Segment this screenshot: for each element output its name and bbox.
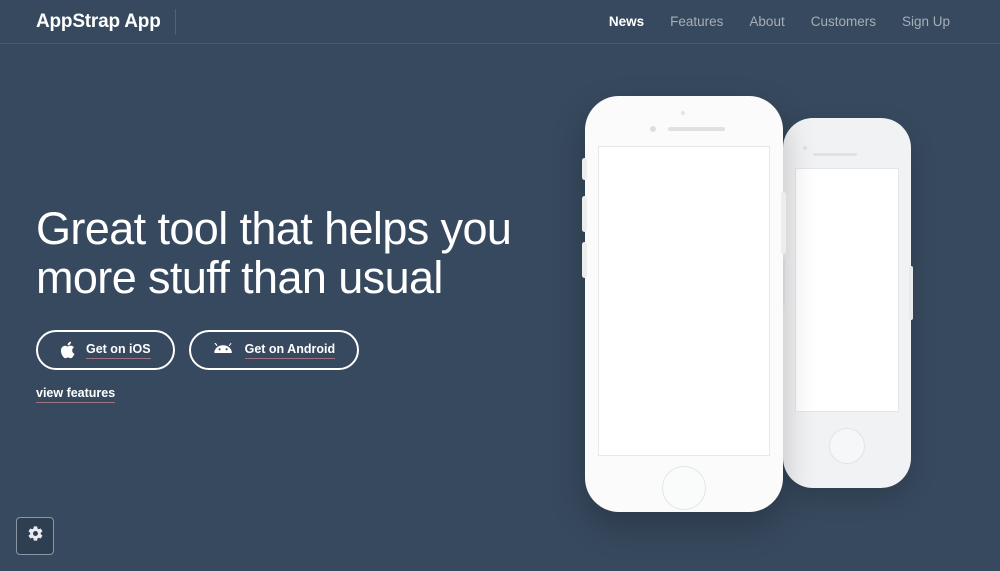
get-on-ios-label: Get on iOS [86, 342, 151, 359]
android-icon [213, 342, 234, 358]
back-phone-sensor-icon [803, 146, 807, 150]
gear-icon [27, 525, 44, 547]
get-on-android-label: Get on Android [244, 342, 336, 359]
headline-line-1: Great tool that helps you [36, 203, 512, 254]
front-phone-volume-up-button [582, 196, 587, 232]
get-on-android-button[interactable]: Get on Android [188, 330, 360, 371]
phone-mockup-front [582, 96, 786, 512]
nav-item-features[interactable]: Features [670, 14, 723, 29]
back-phone-power-button [909, 266, 913, 320]
nav-item-customers[interactable]: Customers [811, 14, 876, 29]
page-title: Great tool that helps you more stuff tha… [36, 203, 556, 303]
get-on-ios-button[interactable]: Get on iOS [36, 330, 175, 371]
front-phone-sensor-icon [650, 126, 656, 132]
nav-item-about[interactable]: About [749, 14, 784, 29]
nav-item-news[interactable]: News [609, 14, 644, 29]
back-phone-home-button [829, 428, 865, 464]
front-phone-volume-down-button [582, 242, 587, 278]
site-header: AppStrap App News Features About Custome… [0, 0, 1000, 44]
front-phone-silent-switch [582, 158, 587, 180]
brand-logo[interactable]: AppStrap App [36, 11, 161, 33]
hero-section: Great tool that helps you more stuff tha… [36, 203, 556, 404]
front-phone-speaker-grille [668, 127, 725, 131]
back-phone-speaker-grille [813, 153, 857, 156]
brand-wrap: AppStrap App [36, 0, 176, 44]
front-phone-power-button [781, 192, 786, 254]
brand-divider [174, 8, 176, 35]
apple-icon [60, 341, 75, 359]
main-navigation: News Features About Customers Sign Up [609, 14, 950, 29]
settings-button[interactable] [16, 517, 54, 555]
back-phone-screen [795, 168, 899, 412]
headline-line-2: more stuff than usual [36, 251, 443, 303]
front-phone-camera-icon [681, 111, 685, 115]
front-phone-home-button [662, 466, 706, 510]
nav-item-sign-up[interactable]: Sign Up [902, 14, 950, 29]
front-phone-screen [598, 146, 770, 456]
phone-mockup-back [781, 118, 913, 488]
view-features-link[interactable]: view features [36, 386, 116, 404]
device-mockup-group [560, 80, 940, 540]
cta-button-row: Get on iOS Get on Android [36, 330, 556, 371]
